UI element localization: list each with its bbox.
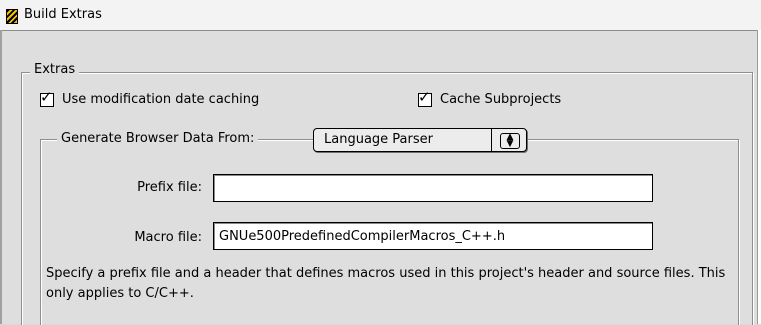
cache-subprojects-checkbox[interactable]: ✓: [418, 87, 432, 107]
up-down-arrows-icon: ▲ ▼: [500, 133, 520, 149]
prefix-file-label: Prefix file:: [137, 180, 202, 195]
panel-title: Build Extras: [24, 7, 102, 22]
panel-icon: [6, 9, 18, 24]
panel-title-bar: Build Extras: [0, 0, 761, 31]
right-scroll-edge: [757, 30, 761, 324]
use-mod-date-label: Use modification date caching: [62, 92, 260, 107]
extras-group-label: Extras: [30, 62, 80, 77]
popup-divider: [491, 129, 492, 151]
browser-source-value: Language Parser: [324, 132, 433, 147]
build-extras-panel: Build Extras Extras ✓ Use modification d…: [0, 0, 761, 325]
browser-data-label: Generate Browser Data From:: [57, 131, 259, 146]
checkmark-icon: ✓: [40, 87, 53, 106]
use-mod-date-checkbox-row[interactable]: ✓ Use modification date caching: [40, 87, 260, 107]
cache-subprojects-checkbox-row[interactable]: ✓ Cache Subprojects: [418, 87, 562, 107]
help-text: Specify a prefix file and a header that …: [46, 266, 726, 301]
use-mod-date-checkbox[interactable]: ✓: [40, 87, 54, 107]
browser-source-popup[interactable]: Language Parser ▲ ▼: [313, 128, 527, 152]
prefix-file-input[interactable]: [213, 174, 653, 202]
cache-subprojects-label: Cache Subprojects: [440, 92, 562, 107]
macro-file-input[interactable]: [213, 222, 653, 250]
macro-file-label: Macro file:: [134, 230, 202, 245]
checkmark-icon: ✓: [418, 87, 431, 106]
left-border: [0, 30, 2, 324]
